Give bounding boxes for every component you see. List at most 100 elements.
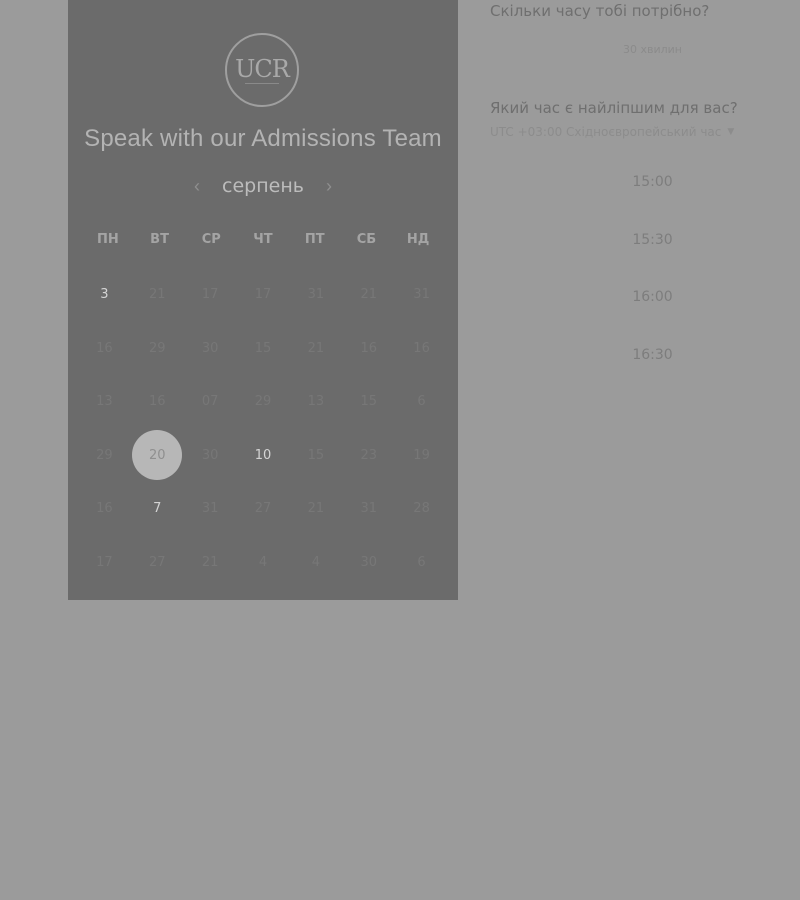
duration-question: Скільки часу тобі потрібно? <box>490 2 710 20</box>
day-number: 16 <box>413 340 430 356</box>
day-number: 13 <box>307 394 325 410</box>
day-cell: 31 <box>395 268 448 322</box>
logo-text: UCR <box>235 55 290 83</box>
day-cell: 17 <box>78 536 131 590</box>
day-cell: 4 <box>289 536 342 590</box>
day-number: 13 <box>96 394 113 410</box>
day-number: 30 <box>360 554 377 570</box>
day-cell: 15 <box>342 375 395 429</box>
day-number: 28 <box>413 501 430 517</box>
weekday-label: СР <box>201 232 221 247</box>
day-number: 27 <box>254 501 272 517</box>
day-cell: 30 <box>184 322 237 376</box>
day-cell: 15 <box>237 322 290 376</box>
day-number: 07 <box>201 394 219 410</box>
day-cell[interactable]: 7 <box>131 482 184 536</box>
timezone-select[interactable]: UTC +03:00 Східноєвропейський час ▼ <box>490 125 734 139</box>
day-cell: 29 <box>78 429 131 483</box>
timezone-value: UTC +03:00 Східноєвропейський час <box>490 125 722 139</box>
day-cell: 21 <box>184 536 237 590</box>
panel-heading: Speak with our Admissions Team <box>84 125 442 152</box>
day-number: 4 <box>258 554 268 570</box>
day-cell: 15 <box>289 429 342 483</box>
page-overlay: UCR Speak with our Admissions Team ‹ сер… <box>0 0 800 900</box>
day-number: 31 <box>413 287 430 303</box>
day-number: 6 <box>417 394 426 410</box>
day-cell: 6 <box>395 375 448 429</box>
day-cell: 29 <box>237 375 290 429</box>
day-number: 7 <box>153 501 162 517</box>
caret-down-icon: ▼ <box>727 127 735 137</box>
day-cell: 29 <box>131 322 184 376</box>
day-number: 16 <box>360 340 377 356</box>
weekday-label: НД <box>406 232 430 247</box>
day-cell[interactable]: 3 <box>78 268 131 322</box>
day-number: 31 <box>360 501 377 517</box>
chevron-right-icon[interactable]: › <box>324 176 334 196</box>
day-cell: 13 <box>289 375 342 429</box>
month-navigation: ‹ серпень › <box>68 172 458 200</box>
day-cell: 31 <box>184 482 237 536</box>
weekday-label: ЧТ <box>253 232 273 247</box>
weekday-label: ПТ <box>304 232 325 247</box>
day-cell: 16 <box>395 322 448 376</box>
day-cell: 17 <box>237 268 290 322</box>
day-cell: 16 <box>78 482 131 536</box>
time-slot[interactable]: 16:30 <box>490 343 800 401</box>
day-cell: 13 <box>78 375 131 429</box>
chevron-left-icon[interactable]: ‹ <box>192 176 202 196</box>
weekday-label: СБ <box>356 232 377 247</box>
day-cell: 6 <box>395 536 448 590</box>
day-number: 17 <box>201 287 219 303</box>
time-slot-list: 15:00 15:30 16:00 16:30 <box>490 170 800 400</box>
calendar-panel: UCR Speak with our Admissions Team ‹ сер… <box>68 0 458 600</box>
day-cell: 16 <box>131 375 184 429</box>
day-cell: 21 <box>131 268 184 322</box>
day-number: 16 <box>96 340 113 356</box>
day-number: 15 <box>360 394 377 410</box>
day-number: 30 <box>201 340 219 356</box>
weekday-label: ПН <box>96 232 119 247</box>
day-number: 16 <box>96 501 113 517</box>
day-cell-selected[interactable]: 20 <box>131 429 184 483</box>
day-cell: 23 <box>342 429 395 483</box>
day-number: 17 <box>96 554 113 570</box>
day-cell: 27 <box>131 536 184 590</box>
day-number: 31 <box>307 287 325 303</box>
day-number: 27 <box>149 554 166 570</box>
day-number: 29 <box>149 340 166 356</box>
calendar-grid: 3 21 17 17 31 21 31 16 29 30 15 21 16 16 13 16 07 29 13 15 6… <box>78 268 448 589</box>
day-cell: 21 <box>289 322 342 376</box>
day-number: 10 <box>254 447 272 463</box>
day-number: 15 <box>307 447 325 463</box>
duration-option[interactable]: 30 хвилин <box>490 43 800 56</box>
day-number: 21 <box>360 287 377 303</box>
day-number: 21 <box>307 501 325 517</box>
day-number: 15 <box>254 340 272 356</box>
logo-underline <box>245 83 279 84</box>
day-number: 16 <box>149 394 166 410</box>
day-number: 19 <box>413 447 430 463</box>
time-slot[interactable]: 15:30 <box>490 228 800 286</box>
day-cell: 16 <box>78 322 131 376</box>
time-slot[interactable]: 16:00 <box>490 285 800 343</box>
ucr-logo: UCR <box>225 33 299 107</box>
day-cell: 31 <box>342 482 395 536</box>
time-slot[interactable]: 15:00 <box>490 170 800 228</box>
day-number: 21 <box>149 287 166 303</box>
day-number: 20 <box>149 447 166 463</box>
day-number: 4 <box>311 554 320 570</box>
day-number: 21 <box>307 340 325 356</box>
day-cell: 17 <box>184 268 237 322</box>
day-number: 23 <box>360 447 377 463</box>
day-cell: 19 <box>395 429 448 483</box>
day-cell[interactable]: 10 <box>237 429 290 483</box>
day-number: 29 <box>96 447 113 463</box>
day-cell: 16 <box>342 322 395 376</box>
day-cell: 21 <box>289 482 342 536</box>
day-cell: 4 <box>237 536 290 590</box>
day-cell: 31 <box>289 268 342 322</box>
day-cell: 27 <box>237 482 290 536</box>
month-label: серпень <box>222 175 304 197</box>
time-question: Який час є найліпшим для вас? <box>490 99 738 117</box>
